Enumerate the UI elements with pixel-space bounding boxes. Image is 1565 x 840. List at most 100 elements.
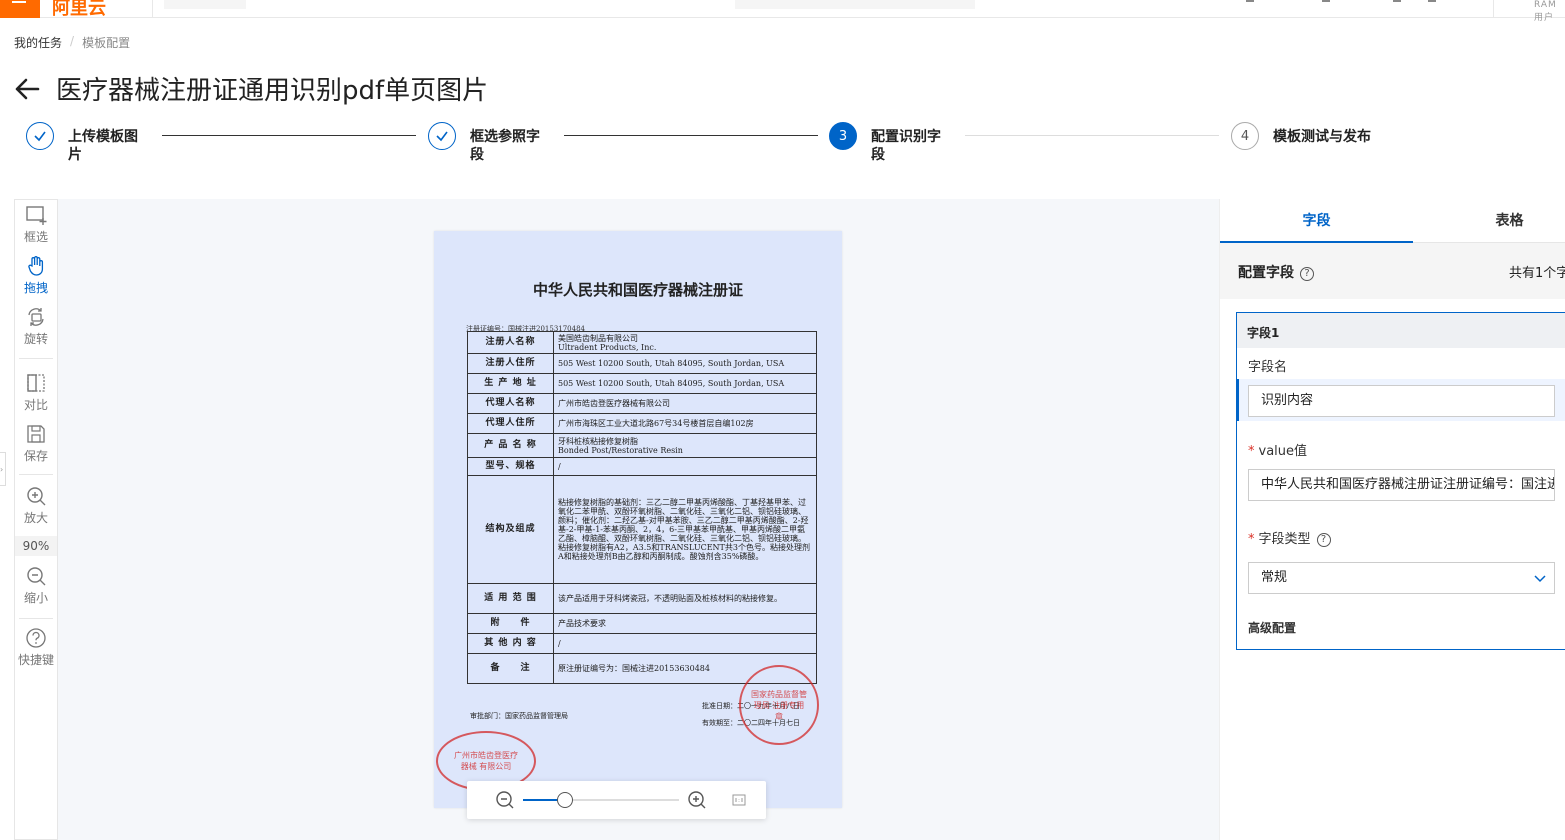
config-title: 配置字段?: [1238, 262, 1314, 282]
document-title: 中华人民共和国医疗器械注册证: [532, 281, 743, 299]
workspace-selector[interactable]: [164, 0, 246, 9]
tool-label: 快捷键: [17, 653, 54, 667]
document-row: 型号、规格 /: [467, 457, 817, 476]
tool-compare-button[interactable]: 对比: [15, 372, 57, 413]
step-connector: [564, 135, 818, 136]
config-header: 配置字段? 共有1个字段: [1220, 243, 1565, 299]
cart-icon[interactable]: [1393, 0, 1401, 2]
document-row-value: /: [553, 457, 817, 476]
document-row-value: 粘接修复树脂的基础剂：三乙二醇二甲基丙烯酸酯、丁基羟基甲苯、过氧化二苯甲酰、双酚…: [553, 475, 817, 584]
document-row-value: 505 West 10200 South, Utah 84095, South …: [553, 373, 817, 394]
document-row-key: 生 产 地 址: [467, 373, 554, 394]
rotate-icon: [28, 308, 44, 326]
field-card-title: 字段1: [1237, 313, 1565, 348]
document-row: 其 他 内 容 /: [467, 633, 817, 654]
document-row: 结构及组成 粘接修复树脂的基础剂：三乙二醇二甲基丙烯酸酯、丁基羟基甲苯、过氧化二苯…: [467, 475, 817, 584]
approval-dept: 审批部门：国家药品监督管理局: [470, 712, 568, 720]
document-row: 附 件产品技术要求: [467, 613, 817, 634]
document-row-key: 注册人住所: [467, 353, 554, 374]
step-label: 框选参照字段: [470, 129, 540, 163]
breadcrumb-home[interactable]: 我的任务: [14, 34, 62, 51]
title-row: 医疗器械注册证通用识别pdf单页图片: [14, 70, 488, 107]
tab-fields[interactable]: 字段: [1220, 199, 1413, 243]
zoom-out-icon: [27, 567, 46, 586]
step-test-publish[interactable]: 4 模板测试与发布: [1231, 122, 1393, 150]
brand-logo[interactable]: 阿里云: [52, 0, 106, 20]
document-row-value: 广州市海珠区工业大道北路67号34号楼首层自编102房: [553, 413, 817, 434]
question-icon: [26, 628, 46, 648]
tool-drag-button[interactable]: 拖拽: [15, 255, 57, 296]
document-row-key: 附 件: [467, 613, 554, 634]
zoom-in-icon: [27, 487, 46, 506]
stepper: 上传模板图片 框选参照字段 3 配置识别字段 4 模板测试与发布: [26, 122, 1565, 172]
lang-icon[interactable]: [1428, 0, 1436, 2]
zoom-slider-thumb[interactable]: [557, 792, 574, 808]
document-row: 产 品 名 称牙科桩核粘接修复树脂 Bonded Post/Restorativ…: [467, 433, 817, 458]
back-arrow-icon[interactable]: [14, 76, 40, 102]
collapse-sidebar-button[interactable]: ›: [0, 452, 6, 486]
canvas-area[interactable]: 中华人民共和国医疗器械注册证 注册证编号：国械注进20153170484 注册人…: [58, 199, 1219, 840]
tool-label: 缩小: [23, 591, 48, 605]
tab-tables[interactable]: 表格: [1413, 199, 1565, 243]
field-name-label: 字段名: [1248, 360, 1288, 375]
advanced-config-label[interactable]: 高级配置: [1248, 619, 1296, 636]
tool-save-button[interactable]: 保存: [15, 423, 57, 464]
menu-button[interactable]: [0, 0, 40, 18]
tool-label: 旋转: [23, 332, 48, 346]
help-icon[interactable]: ?: [1316, 533, 1331, 547]
document-row-value: 505 West 10200 South, Utah 84095, South …: [553, 353, 817, 374]
field-config-panel: 字段 表格 配置字段? 共有1个字段 字段1 字段名 识别内容 *value值 …: [1219, 199, 1565, 840]
actual-size-icon[interactable]: [729, 790, 749, 810]
field-card: 字段1 字段名 识别内容 * value值 中华人民共和国医疗器械注册证注册证编号…: [1236, 312, 1565, 650]
global-search-input[interactable]: [735, 0, 975, 9]
field-name-input[interactable]: 识别内容: [1248, 385, 1555, 417]
tool-zoom-out-button[interactable]: 缩小: [15, 565, 57, 606]
tool-shortcuts-button[interactable]: 快捷键: [15, 627, 57, 668]
value-label: * value值: [1248, 444, 1308, 459]
step-configure-fields[interactable]: 3 配置识别字段: [829, 122, 951, 164]
document-row-key: 型号、规格: [467, 457, 554, 476]
tool-label: 保存: [23, 449, 48, 463]
check-icon: [26, 122, 54, 150]
document-row-key: 备 注: [467, 653, 554, 684]
help-icon[interactable]: [1322, 0, 1330, 2]
document-row: 代理人住所 广州市海珠区工业大道北路67号34号楼首层自编102房: [467, 413, 817, 434]
document-row-value: /: [553, 633, 817, 654]
value-input[interactable]: 中华人民共和国医疗器械注册证注册证编号：国注进: [1248, 469, 1555, 501]
tool-rotate-button[interactable]: 旋转: [15, 306, 57, 347]
document-table: 注册人名称 美国皓齿制品有限公司 Ultradent Products, Inc.…: [467, 331, 817, 684]
page-title: 医疗器械注册证通用识别pdf单页图片: [56, 76, 489, 106]
step-select-reference[interactable]: 框选参照字段: [428, 122, 550, 164]
zoom-in-icon[interactable]: [687, 790, 707, 810]
document-row-value: 牙科桩核粘接修复树脂 Bonded Post/Restorative Resin: [553, 433, 817, 458]
step-label: 模板测试与发布: [1273, 129, 1371, 145]
tool-zoom-in-button[interactable]: 放大: [15, 485, 57, 526]
document-row: 代理人名称 广州市皓齿登医疗器械有限公司: [467, 393, 817, 414]
breadcrumb-current: 模板配置: [82, 36, 131, 50]
document-row-key: 代理人名称: [467, 393, 554, 414]
tool-label: 对比: [23, 398, 48, 412]
user-account[interactable]: RAM 用户: [1534, 0, 1565, 23]
step-connector: [162, 135, 416, 136]
box-select-icon: [26, 206, 47, 225]
check-icon: [428, 122, 456, 150]
document-row: 注册人名称 美国皓齿制品有限公司 Ultradent Products, Inc.: [467, 331, 817, 354]
notification-icon[interactable]: [1246, 0, 1254, 2]
zoom-out-icon[interactable]: [495, 790, 515, 810]
panel-tabs: 字段 表格: [1220, 199, 1565, 243]
document-image[interactable]: 中华人民共和国医疗器械注册证 注册证编号：国械注进20153170484 注册人…: [434, 231, 842, 808]
document-row-key: 结构及组成: [467, 475, 554, 584]
tool-select-button[interactable]: 框选: [15, 204, 57, 245]
step-upload[interactable]: 上传模板图片: [26, 122, 148, 164]
canvas-toolbar: 框选 拖拽 旋转 对比 保存 放大 90% 缩小 快捷键: [14, 199, 58, 840]
help-icon[interactable]: ?: [1300, 267, 1314, 281]
field-type-select[interactable]: 常规: [1248, 562, 1555, 594]
document-row: 适 用 范 围该产品适用于牙科烤瓷冠，不透明贴面及桩核材料的粘接修复。: [467, 583, 817, 614]
field-count: 共有1个字段: [1509, 266, 1565, 281]
top-bar: 阿里云 RAM 用户: [0, 0, 1565, 23]
document-row-key: 代理人住所: [467, 413, 554, 434]
zoom-slider-track[interactable]: [523, 792, 679, 808]
document-row-value: 该产品适用于牙科烤瓷冠，不透明贴面及桩核材料的粘接修复。: [553, 583, 817, 614]
zoom-slider-bar: [467, 781, 766, 819]
breadcrumb-separator: /: [70, 34, 75, 48]
